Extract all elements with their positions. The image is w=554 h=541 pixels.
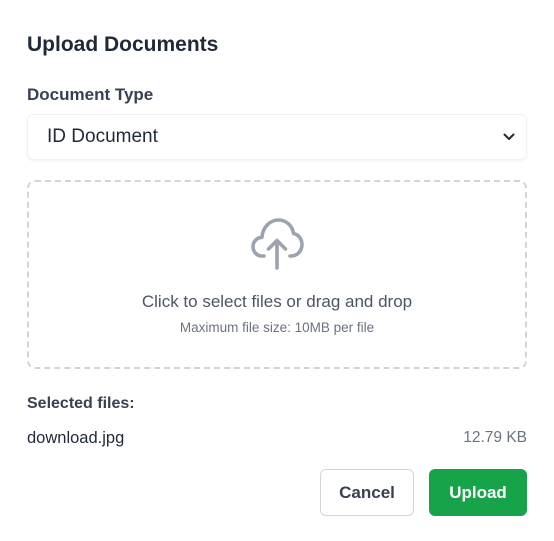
dropzone-size-limit: Maximum file size: 10MB per file [179, 320, 375, 335]
chevron-down-icon [502, 130, 516, 144]
selected-files-label: Selected files: [27, 395, 135, 412]
list-item: download.jpg 12.79 KB [27, 426, 527, 450]
file-dropzone[interactable]: Click to select files or drag and drop M… [27, 180, 527, 369]
cloud-upload-icon [250, 214, 304, 270]
file-name: download.jpg [27, 428, 125, 447]
document-type-value: ID Document [47, 126, 158, 147]
upload-documents-dialog: Upload Documents Document Type ID Docume… [0, 0, 554, 541]
document-type-label: Document Type [27, 85, 154, 104]
dropzone-instructions: Click to select files or drag and drop [141, 292, 413, 311]
cancel-button[interactable]: Cancel [320, 469, 414, 516]
upload-button[interactable]: Upload [429, 469, 527, 516]
dialog-title: Upload Documents [27, 33, 219, 56]
file-size: 12.79 KB [463, 429, 527, 446]
document-type-select[interactable]: ID Document [27, 114, 527, 160]
